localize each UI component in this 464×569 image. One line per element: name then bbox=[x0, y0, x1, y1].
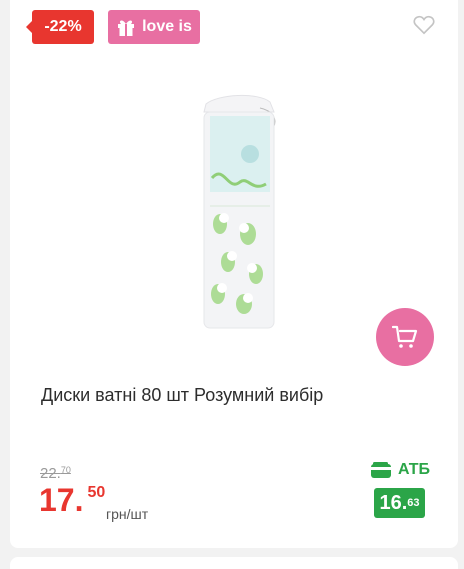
next-product-card bbox=[10, 557, 458, 569]
store-name: АТБ bbox=[398, 461, 431, 478]
store-price-cents: 63 bbox=[407, 497, 420, 509]
price-main: 17. bbox=[39, 482, 84, 518]
add-to-cart-button[interactable] bbox=[376, 308, 434, 366]
current-price: 17. 50 bbox=[39, 482, 105, 519]
old-price-main: 22. bbox=[40, 465, 61, 482]
product-title[interactable]: Диски ватні 80 шт Розумний вибір bbox=[41, 385, 323, 406]
cart-icon bbox=[392, 325, 418, 348]
old-price-cents: 70 bbox=[60, 465, 71, 475]
price-unit: грн/шт bbox=[106, 506, 149, 522]
store-price-main: 16. bbox=[379, 491, 408, 514]
wallet-icon bbox=[371, 462, 391, 478]
price-cents: 50 bbox=[87, 484, 106, 501]
heart-icon[interactable] bbox=[413, 15, 435, 35]
discount-label: -22% bbox=[44, 18, 82, 35]
promo-label: love is bbox=[142, 18, 192, 35]
store-label: АТБ bbox=[370, 461, 430, 479]
gift-icon bbox=[118, 20, 135, 36]
store-price-badge: 16. 63 bbox=[374, 488, 425, 518]
discount-badge: -22% bbox=[26, 10, 94, 44]
product-image bbox=[203, 94, 276, 329]
promo-badge: love is bbox=[108, 10, 200, 44]
old-price: 22.70 bbox=[40, 465, 71, 482]
